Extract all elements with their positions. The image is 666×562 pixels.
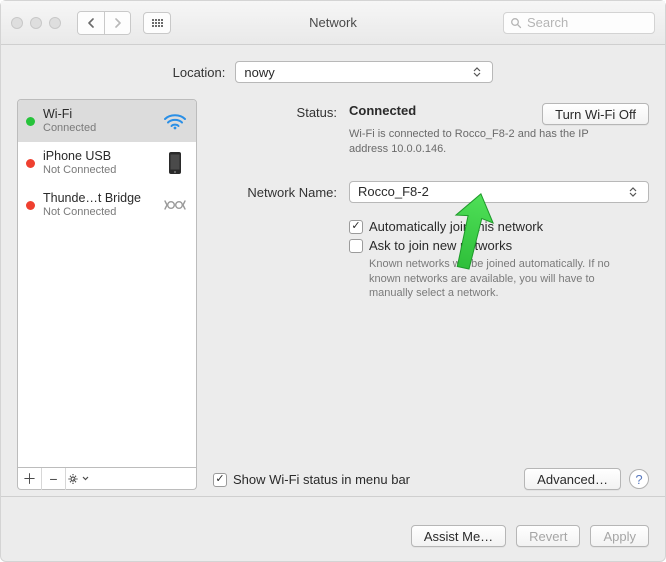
content: Location: nowy Wi-Fi Connected <box>1 45 665 561</box>
turn-wifi-off-button[interactable]: Turn Wi-Fi Off <box>542 103 649 125</box>
service-item-iphone-usb[interactable]: iPhone USB Not Connected <box>18 142 196 184</box>
revert-button[interactable]: Revert <box>516 525 580 547</box>
body: Wi-Fi Connected <box>1 99 665 490</box>
search-placeholder: Search <box>527 15 568 30</box>
main-pane: Status: Connected Turn Wi-Fi Off Wi-Fi i… <box>213 99 649 490</box>
network-name-value: Rocco_F8-2 <box>358 184 429 199</box>
auto-join-label: Automatically join this network <box>369 219 543 234</box>
advanced-button[interactable]: Advanced… <box>524 468 621 490</box>
service-status: Not Connected <box>43 164 154 177</box>
footer: Assist Me… Revert Apply <box>1 515 665 561</box>
network-name-popup[interactable]: Rocco_F8-2 <box>349 181 649 203</box>
network-name-label: Network Name: <box>213 183 337 200</box>
remove-service-button[interactable]: − <box>42 468 66 490</box>
status-dot-disconnected-icon <box>26 159 35 168</box>
location-label: Location: <box>173 65 226 80</box>
service-name: Wi-Fi <box>43 107 154 121</box>
network-prefs-window: Network Search Location: nowy <box>0 0 666 562</box>
service-list[interactable]: Wi-Fi Connected <box>17 99 197 468</box>
location-value: nowy <box>244 65 274 80</box>
checkbox-checked-icon <box>349 220 363 234</box>
nav-buttons <box>77 11 131 35</box>
chevron-left-icon <box>87 18 95 28</box>
chevron-right-icon <box>114 18 122 28</box>
status-description: Wi-Fi is connected to Rocco_F8-2 and has… <box>349 127 629 157</box>
assist-me-button[interactable]: Assist Me… <box>411 525 506 547</box>
back-button[interactable] <box>78 12 104 34</box>
ask-new-label: Ask to join new networks <box>369 238 512 253</box>
search-field[interactable]: Search <box>503 12 655 34</box>
service-list-toolbar: ＋ − <box>17 468 197 490</box>
updown-icon <box>626 187 640 197</box>
chevron-down-icon <box>82 476 89 481</box>
apply-button[interactable]: Apply <box>590 525 649 547</box>
sidebar: Wi-Fi Connected <box>17 99 197 490</box>
iphone-icon <box>162 150 188 176</box>
location-row: Location: nowy <box>1 45 665 99</box>
status-label: Status: <box>213 103 337 120</box>
titlebar: Network Search <box>1 1 665 45</box>
updown-icon <box>470 67 484 77</box>
location-popup[interactable]: nowy <box>235 61 493 83</box>
show-all-button[interactable] <box>143 12 171 34</box>
service-item-wifi[interactable]: Wi-Fi Connected <box>18 100 196 142</box>
service-status: Not Connected <box>43 206 154 219</box>
service-name: Thunde…t Bridge <box>43 191 154 205</box>
checkbox-checked-icon <box>213 473 227 487</box>
forward-button[interactable] <box>104 12 130 34</box>
status-dot-disconnected-icon <box>26 201 35 210</box>
wifi-icon <box>162 108 188 134</box>
status-dot-connected-icon <box>26 117 35 126</box>
thunderbolt-bridge-icon <box>162 192 188 218</box>
show-menu-bar-label: Show Wi-Fi status in menu bar <box>233 472 410 487</box>
auto-join-checkbox[interactable]: Automatically join this network <box>349 219 649 234</box>
show-menu-bar-checkbox[interactable]: Show Wi-Fi status in menu bar <box>213 472 410 487</box>
ask-new-description: Known networks will be joined automatica… <box>369 257 639 302</box>
service-status: Connected <box>43 122 154 135</box>
service-item-thunderbolt-bridge[interactable]: Thunde…t Bridge Not Connected <box>18 184 196 226</box>
ask-new-checkbox[interactable]: Ask to join new networks <box>349 238 649 253</box>
minimize-window-button[interactable] <box>30 17 42 29</box>
divider <box>1 496 665 497</box>
grid-icon <box>152 19 163 27</box>
gear-icon <box>67 472 81 486</box>
service-actions-button[interactable] <box>66 468 90 490</box>
checkbox-unchecked-icon <box>349 239 363 253</box>
status-value: Connected <box>349 103 416 118</box>
window-controls <box>11 17 61 29</box>
help-button[interactable]: ? <box>629 469 649 489</box>
close-window-button[interactable] <box>11 17 23 29</box>
service-name: iPhone USB <box>43 149 154 163</box>
search-icon <box>510 17 522 29</box>
zoom-window-button[interactable] <box>49 17 61 29</box>
add-service-button[interactable]: ＋ <box>18 468 42 490</box>
